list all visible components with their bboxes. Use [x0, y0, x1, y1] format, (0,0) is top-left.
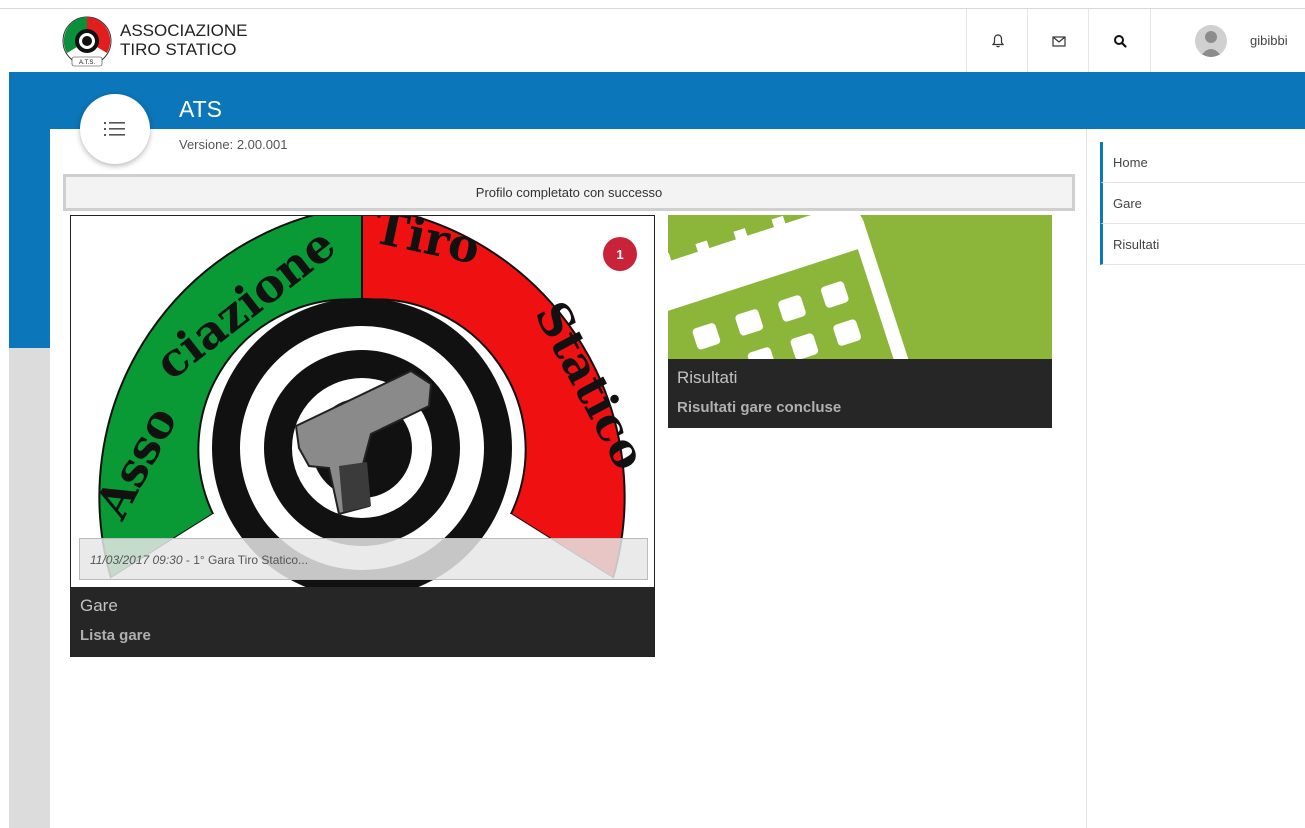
- event-date: 11/03/2017 09:30: [90, 553, 183, 567]
- bell-icon: [991, 33, 1004, 47]
- brand-name[interactable]: ASSOCIAZIONE TIRO STATICO: [120, 21, 248, 59]
- success-alert: Profilo completato con successo: [63, 174, 1075, 211]
- search-button[interactable]: [1088, 9, 1150, 72]
- top-header: A.T.S. ASSOCIAZIONE TIRO STATICO gibibbi: [0, 9, 1305, 72]
- left-edge: [0, 72, 9, 828]
- risultati-tile-subtitle: Risultati gare concluse: [677, 399, 842, 416]
- left-accent-strip: [9, 129, 50, 348]
- risultati-tile-image: [668, 215, 1052, 359]
- messages-button[interactable]: [1027, 9, 1089, 72]
- envelope-icon: [1051, 35, 1066, 47]
- tile-gare[interactable]: Asso ciazione Tiro Statico 1 11/03/2017 …: [70, 215, 655, 657]
- user-avatar-icon: [1200, 31, 1222, 57]
- list-menu-icon: [104, 122, 125, 136]
- calendar-icon: [668, 215, 917, 359]
- page-title: ATS: [179, 96, 223, 122]
- gare-tile-image: Asso ciazione Tiro Statico: [71, 216, 654, 588]
- menu-toggle-button[interactable]: [80, 94, 150, 164]
- window-top-border: [0, 0, 1305, 9]
- content-divider: [1086, 129, 1087, 828]
- upcoming-event[interactable]: 11/03/2017 09:30 - 1° Gara Tiro Statico.…: [79, 538, 648, 580]
- nav-item-risultati[interactable]: Risultati: [1100, 224, 1305, 265]
- nav-item-home[interactable]: Home: [1100, 142, 1305, 183]
- avatar[interactable]: [1195, 25, 1227, 57]
- gare-tile-subtitle: Lista gare: [80, 627, 151, 644]
- risultati-tile-title: Risultati: [677, 368, 738, 387]
- nav-item-gare[interactable]: Gare: [1100, 183, 1305, 224]
- gare-tile-title: Gare: [80, 596, 118, 615]
- brand-line-2: TIRO STATICO: [120, 40, 237, 59]
- ats-logo[interactable]: A.T.S.: [60, 15, 114, 69]
- event-text: 11/03/2017 09:30 - 1° Gara Tiro Statico.…: [90, 553, 308, 567]
- right-nav: Home Gare Risultati: [1100, 142, 1305, 265]
- gare-tile-footer: Gare Lista gare: [71, 587, 654, 656]
- search-icon: [1113, 34, 1127, 48]
- alert-message: Profilo completato con successo: [475, 185, 663, 200]
- username[interactable]: gibibbi: [1250, 33, 1288, 48]
- risultati-tile-footer: Risultati Risultati gare concluse: [668, 359, 1052, 428]
- left-grey-strip: [9, 348, 50, 828]
- version-label: Versione: 2.00.001: [179, 137, 288, 152]
- brand-line-1: ASSOCIAZIONE: [120, 21, 248, 40]
- gare-count-badge: 1: [603, 237, 637, 271]
- user-menu[interactable]: gibibbi: [1150, 9, 1305, 72]
- event-name: - 1° Gara Tiro Statico...: [182, 553, 309, 567]
- notifications-button[interactable]: [966, 9, 1028, 72]
- tile-risultati[interactable]: Risultati Risultati gare concluse: [668, 215, 1052, 428]
- svg-text:A.T.S.: A.T.S.: [79, 60, 95, 66]
